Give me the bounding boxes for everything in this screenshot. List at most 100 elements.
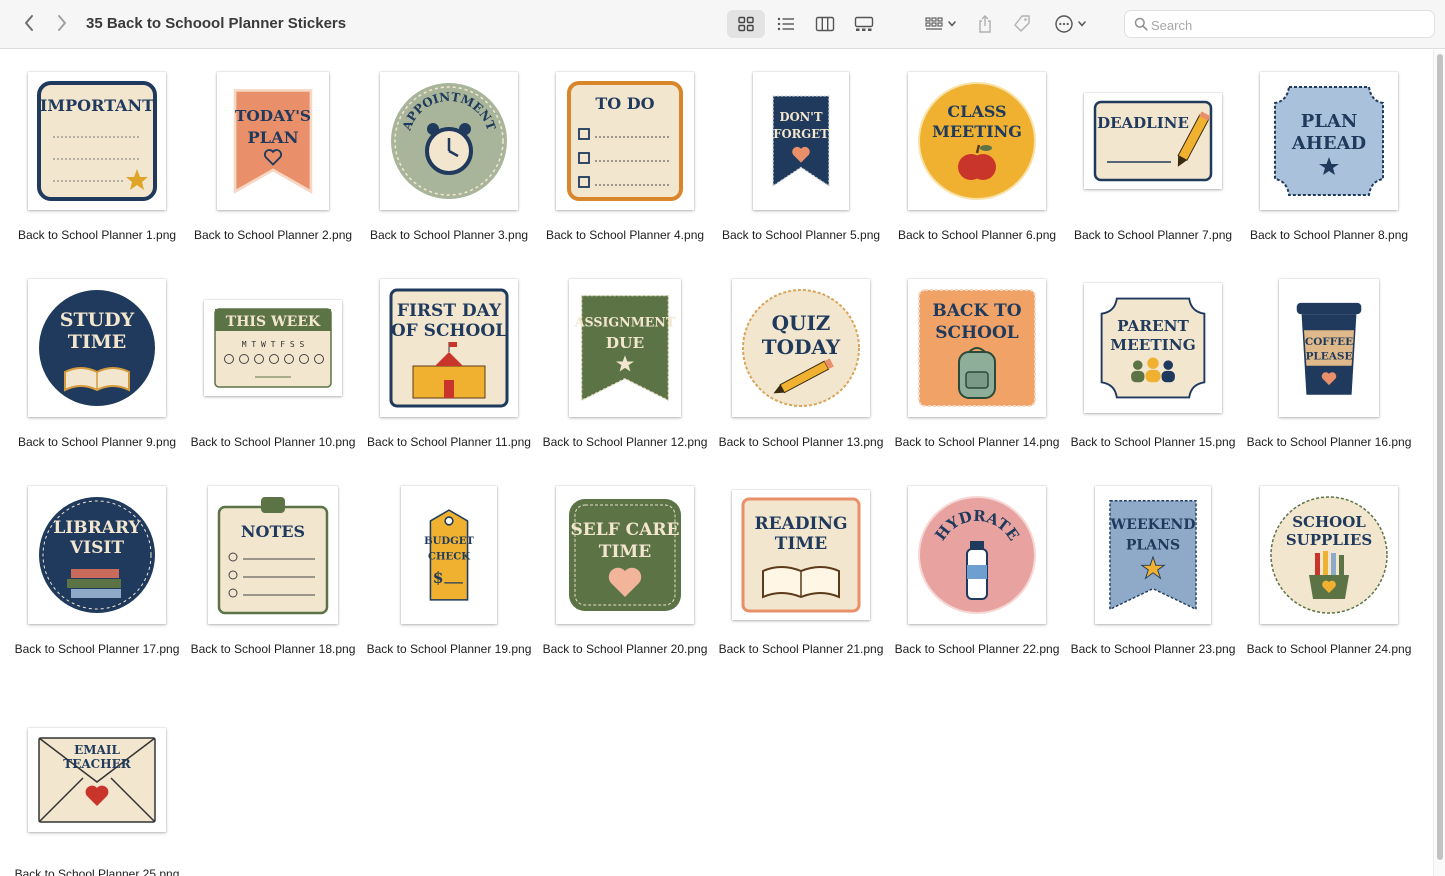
search-icon: [1134, 17, 1148, 31]
sticker-line2: TODAY: [762, 335, 841, 359]
sticker-line1: EMAIL: [74, 743, 120, 757]
gallery-view-button[interactable]: [846, 10, 882, 38]
file-thumbnail: PLAN AHEAD: [1260, 72, 1398, 210]
file-name[interactable]: Back to School Planner 2.png: [177, 228, 369, 242]
file-item[interactable]: COFFEE PLEASE Back to School Planner 16.…: [1241, 273, 1417, 480]
file-name[interactable]: Back to School Planner 1.png: [1, 228, 193, 242]
file-name[interactable]: Back to School Planner 14.png: [881, 435, 1073, 449]
sticker-line1: SCHOOL: [1292, 513, 1366, 531]
file-name[interactable]: Back to School Planner 4.png: [529, 228, 721, 242]
sticker-study-time: STUDY TIME: [39, 290, 155, 406]
sticker-school-supplies: SCHOOL SUPPLIES: [1270, 496, 1388, 614]
sticker-line1: ASSIGNMENT: [574, 314, 676, 329]
file-name[interactable]: Back to School Planner 24.png: [1233, 642, 1425, 656]
file-item[interactable]: STUDY TIME Back to School Planner 9.png: [9, 273, 185, 480]
file-name[interactable]: Back to School Planner 21.png: [705, 642, 897, 656]
file-item[interactable]: THIS WEEK M T W T F S S Back to School P…: [185, 273, 361, 480]
sticker-line2: FORGET: [773, 127, 829, 141]
sticker-important: IMPORTANT: [37, 81, 157, 201]
back-button[interactable]: [18, 12, 40, 34]
file-name[interactable]: Back to School Planner 20.png: [529, 642, 721, 656]
sticker-line2: TIME: [68, 331, 127, 353]
file-name[interactable]: Back to School Planner 18.png: [177, 642, 369, 656]
icon-view-button[interactable]: [727, 10, 765, 38]
sticker-line1: WEEKEND: [1110, 517, 1196, 533]
search-input[interactable]: [1151, 15, 1426, 35]
sticker-back-to-school: BACK TO SCHOOL: [918, 289, 1036, 407]
file-thumbnail: DON'T FORGET: [753, 72, 849, 210]
file-name[interactable]: Back to School Planner 3.png: [353, 228, 545, 242]
file-item[interactable]: DON'T FORGET Back to School Planner 5.pn…: [713, 66, 889, 273]
icon-grid: IMPORTANT Back to School Planner 1.png T…: [9, 66, 1417, 876]
file-item[interactable]: QUIZ TODAY Back to School Planner 13.png: [713, 273, 889, 480]
sticker-line1: TO DO: [595, 94, 654, 113]
sticker-line1: SELF CARE: [571, 520, 680, 540]
list-view-button[interactable]: [768, 10, 804, 38]
file-item[interactable]: TODAY'S PLAN Back to School Planner 2.pn…: [185, 66, 361, 273]
file-item[interactable]: IMPORTANT Back to School Planner 1.png: [9, 66, 185, 273]
file-thumbnail: BACK TO SCHOOL: [908, 279, 1046, 417]
file-item[interactable]: BUDGET CHECK $ Back to School Planner 19…: [361, 480, 537, 687]
file-name[interactable]: Back to School Planner 9.png: [1, 435, 193, 449]
file-item[interactable]: SCHOOL SUPPLIES Back to School Planner 2…: [1241, 480, 1417, 687]
sticker-reading-time: READING TIME: [741, 497, 861, 613]
file-name[interactable]: Back to School Planner 23.png: [1057, 642, 1249, 656]
file-name[interactable]: Back to School Planner 8.png: [1233, 228, 1425, 242]
file-item[interactable]: CLASS MEETING Back to School Planner 6.p…: [889, 66, 1065, 273]
file-thumbnail: BUDGET CHECK $: [401, 486, 497, 624]
scrollbar-thumb[interactable]: [1437, 54, 1443, 860]
file-name[interactable]: Back to School Planner 16.png: [1233, 435, 1425, 449]
sticker-line1: IMPORTANT: [40, 96, 154, 115]
file-item[interactable]: DEADLINE Back to School Planner 7.png: [1065, 66, 1241, 273]
forward-button[interactable]: [51, 12, 73, 34]
vertical-scrollbar[interactable]: [1433, 50, 1445, 876]
search-field[interactable]: [1124, 10, 1435, 38]
tag-button[interactable]: [1009, 10, 1035, 38]
file-name[interactable]: Back to School Planner 11.png: [353, 435, 545, 449]
chevron-down-icon: [947, 21, 956, 27]
file-name[interactable]: Back to School Planner 19.png: [353, 642, 545, 656]
file-name[interactable]: Back to School Planner 25.png: [1, 867, 193, 876]
list-view-icon: [777, 17, 794, 31]
file-name[interactable]: Back to School Planner 17.png: [1, 642, 193, 656]
file-name[interactable]: Back to School Planner 5.png: [705, 228, 897, 242]
more-actions-button[interactable]: [1050, 10, 1090, 38]
file-item[interactable]: WEEKEND PLANS Back to School Planner 23.…: [1065, 480, 1241, 687]
sticker-line1: THIS WEEK: [226, 314, 321, 330]
file-name[interactable]: Back to School Planner 13.png: [705, 435, 897, 449]
file-item[interactable]: FIRST DAY OF SCHOOL Back to School Plann…: [361, 273, 537, 480]
file-name[interactable]: Back to School Planner 7.png: [1057, 228, 1249, 242]
file-item[interactable]: PLAN AHEAD Back to School Planner 8.png: [1241, 66, 1417, 273]
file-browser: IMPORTANT Back to School Planner 1.png T…: [0, 50, 1433, 876]
file-item[interactable]: ASSIGNMENT DUE Back to School Planner 12…: [537, 273, 713, 480]
file-item[interactable]: SELF CARE TIME Back to School Planner 20…: [537, 480, 713, 687]
sticker-line2: M T W T F S S: [242, 340, 305, 349]
file-name[interactable]: Back to School Planner 12.png: [529, 435, 721, 449]
file-thumbnail: COFFEE PLEASE: [1279, 279, 1379, 417]
sticker-line2: MEETING: [1110, 336, 1195, 354]
file-name[interactable]: Back to School Planner 15.png: [1057, 435, 1249, 449]
file-item[interactable]: BACK TO SCHOOL Back to School Planner 14…: [889, 273, 1065, 480]
file-thumbnail: TODAY'S PLAN: [217, 72, 329, 210]
sticker-line2: PLANS: [1126, 537, 1180, 553]
group-by-button[interactable]: [918, 10, 962, 38]
file-thumbnail: HYDRATE: [908, 486, 1046, 624]
file-item[interactable]: NOTES Back to School Planner 18.png: [185, 480, 361, 687]
file-name[interactable]: Back to School Planner 22.png: [881, 642, 1073, 656]
share-button[interactable]: [972, 10, 998, 38]
file-name[interactable]: Back to School Planner 6.png: [881, 228, 1073, 242]
file-item[interactable]: READING TIME Back to School Planner 21.p…: [713, 480, 889, 687]
file-thumbnail: READING TIME: [732, 490, 870, 620]
file-item[interactable]: EMAIL TEACHER Back to School Planner 25.…: [9, 705, 185, 876]
sticker-line2: OF SCHOOL: [391, 321, 507, 341]
file-item[interactable]: PARENT MEETING Back to School Planner 15…: [1065, 273, 1241, 480]
file-item[interactable]: TO DO Back to School Planner 4.png: [537, 66, 713, 273]
chevron-left-icon: [25, 15, 33, 31]
file-item[interactable]: HYDRATE Back to School Planner 22.png: [889, 480, 1065, 687]
file-item[interactable]: LIBRARY VISIT Back to School Planner 17.…: [9, 480, 185, 687]
file-item[interactable]: APPOINTMENT Back to School Planner 3.png: [361, 66, 537, 273]
sticker-plan-ahead: PLAN AHEAD: [1274, 86, 1384, 196]
sticker-line1: BUDGET: [424, 536, 474, 547]
column-view-button[interactable]: [807, 10, 843, 38]
file-name[interactable]: Back to School Planner 10.png: [177, 435, 369, 449]
